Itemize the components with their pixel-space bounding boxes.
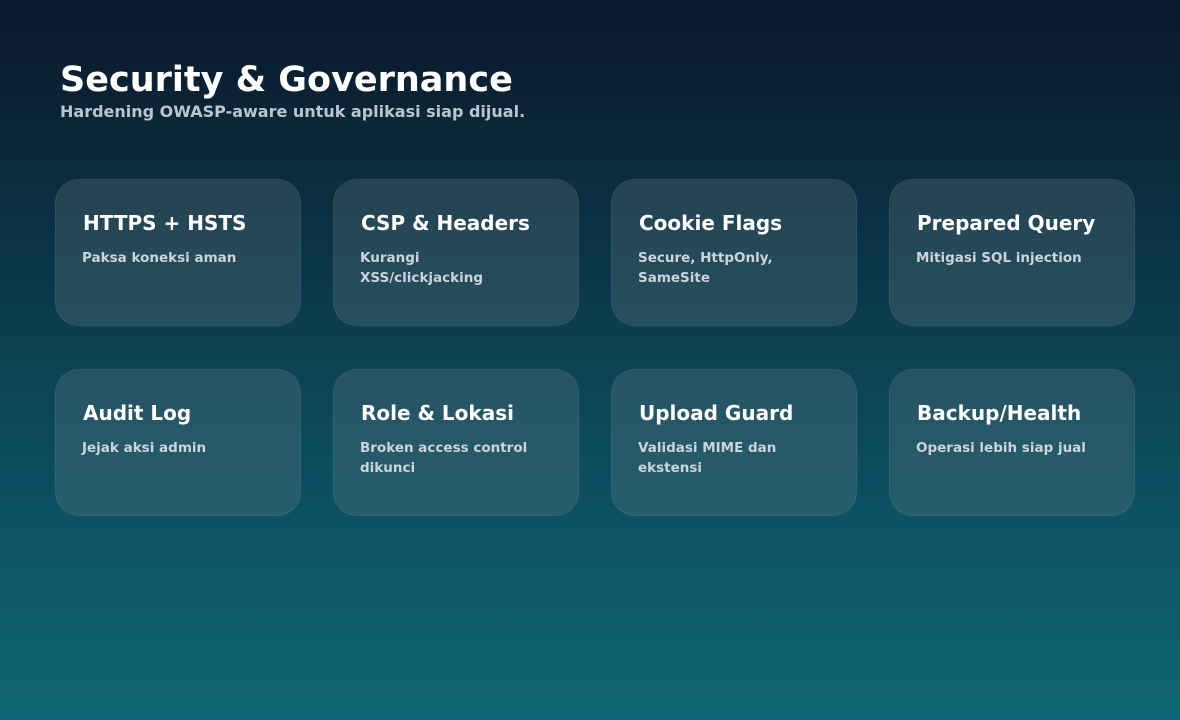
slide: Security & Governance Hardening OWASP-aw…	[0, 0, 1180, 720]
card-description: Broken access control dikunci	[360, 440, 528, 476]
feature-grid: HTTPS + HSTS Paksa koneksi aman CSP & He…	[55, 179, 1135, 516]
card-description: Mitigasi SQL injection	[916, 250, 1082, 266]
card-description: Jejak aksi admin	[82, 440, 207, 456]
card-title: Prepared Query	[917, 211, 1096, 235]
card-title: Backup/Health	[917, 401, 1082, 425]
slide-subtitle: Hardening OWASP-aware untuk aplikasi sia…	[60, 102, 526, 121]
card-backup-health: Backup/Health Operasi lebih siap jual	[889, 369, 1135, 516]
card-title: HTTPS + HSTS	[83, 211, 247, 235]
card-description: Kurangi XSS/clickjacking	[360, 250, 484, 286]
slide-title: Security & Governance	[60, 60, 513, 100]
card-title: CSP & Headers	[361, 211, 530, 235]
card-role-lokasi: Role & Lokasi Broken access control diku…	[333, 369, 579, 516]
card-description: Validasi MIME dan ekstensi	[638, 440, 777, 476]
card-title: Upload Guard	[639, 401, 794, 425]
card-description: Operasi lebih siap jual	[916, 440, 1086, 456]
card-title: Cookie Flags	[639, 211, 783, 235]
card-audit-log: Audit Log Jejak aksi admin	[55, 369, 301, 516]
card-upload-guard: Upload Guard Validasi MIME dan ekstensi	[611, 369, 857, 516]
card-title: Audit Log	[83, 401, 192, 425]
card-description: Paksa koneksi aman	[82, 250, 237, 266]
card-https-hsts: HTTPS + HSTS Paksa koneksi aman	[55, 179, 301, 326]
card-prepared-query: Prepared Query Mitigasi SQL injection	[889, 179, 1135, 326]
card-csp-headers: CSP & Headers Kurangi XSS/clickjacking	[333, 179, 579, 326]
card-description: Secure, HttpOnly, SameSite	[638, 250, 773, 286]
card-title: Role & Lokasi	[361, 401, 514, 425]
card-cookie-flags: Cookie Flags Secure, HttpOnly, SameSite	[611, 179, 857, 326]
